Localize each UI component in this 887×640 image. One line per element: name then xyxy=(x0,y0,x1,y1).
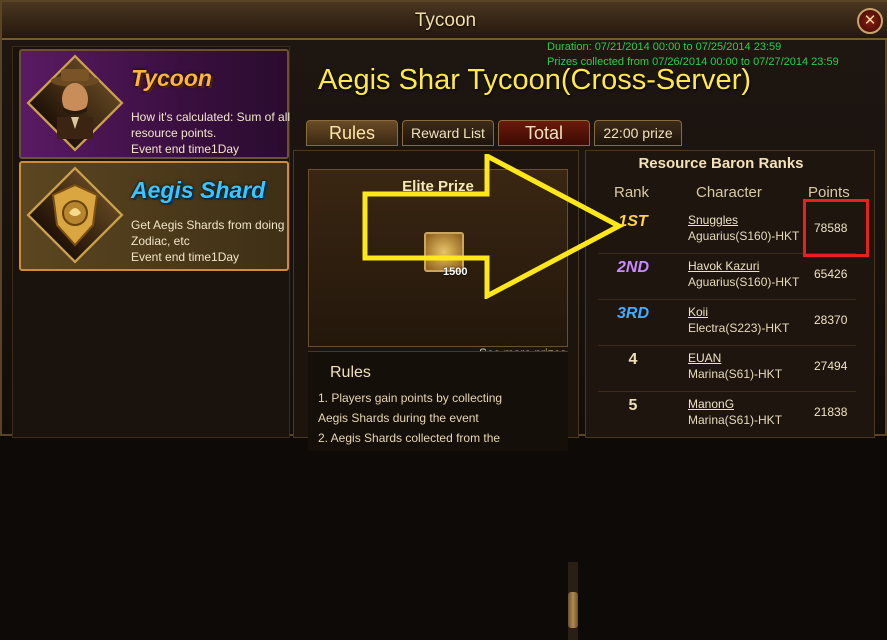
rank-badge: 5 xyxy=(628,397,638,414)
event-sidebar: Tycoon How it's calculated: Sum of all r… xyxy=(12,46,290,438)
character-name-link[interactable]: Koii xyxy=(688,305,708,319)
tab-rules[interactable]: Rules xyxy=(306,120,398,146)
rules-scrollbar[interactable] xyxy=(568,562,578,640)
tab-22-prize[interactable]: 22:00 prize xyxy=(594,120,682,146)
column-header-character: Character xyxy=(696,184,762,201)
close-button[interactable]: ✕ xyxy=(857,8,883,34)
sidebar-item-aegis-shard[interactable]: Aegis Shard Get Aegis Shards from doing … xyxy=(19,161,289,271)
rules-text: 1. Players gain points by collecting Aeg… xyxy=(318,388,518,448)
sidebar-item-title: Aegis Shard xyxy=(131,177,266,203)
table-row: 3RD Koii Electra(S223)-HKT 28370 xyxy=(598,299,874,345)
highlight-box xyxy=(803,199,869,257)
sidebar-item-description: Get Aegis Shards from doing Zodiac, etc xyxy=(131,218,285,248)
title-bar: Tycoon ✕ xyxy=(2,2,887,40)
character-name-link[interactable]: EUAN xyxy=(688,351,721,365)
table-row: 5 ManonG Marina(S61)-HKT 21838 xyxy=(598,391,874,437)
aegis-shield-icon xyxy=(51,183,99,247)
rules-line: Aegis Shards during the event xyxy=(318,411,479,425)
sidebar-item-end-time: Event end time1Day xyxy=(131,142,240,156)
character-server: Electra(S223)-HKT xyxy=(688,321,790,335)
rules-title: Rules xyxy=(330,364,371,381)
character-name-link[interactable]: Snuggles xyxy=(688,213,738,227)
rank-badge: 3RD xyxy=(616,305,649,322)
character-name-link[interactable]: ManonG xyxy=(688,397,734,411)
game-window: Tycoon ✕ Tycoon How it's calculated: Sum… xyxy=(0,0,887,640)
character-server: Marina(S61)-HKT xyxy=(688,367,783,381)
duration-text: Duration: 07/21/2014 00:00 to 07/25/2014… xyxy=(547,41,782,53)
points-value: 65426 xyxy=(814,267,848,281)
tycoon-portrait-icon xyxy=(51,69,99,139)
character-name-link[interactable]: Havok Kazuri xyxy=(688,259,759,273)
sidebar-item-desc: Get Aegis Shards from doing Zodiac, etc … xyxy=(131,217,291,265)
tab-total[interactable]: Total xyxy=(498,120,590,146)
rules-line: 2. Aegis Shards collected from the xyxy=(318,431,501,445)
character-server: Marina(S61)-HKT xyxy=(688,413,783,427)
rules-line: 1. Players gain points by collecting xyxy=(318,391,503,405)
window-title: Tycoon xyxy=(414,10,477,31)
sidebar-item-tycoon[interactable]: Tycoon How it's calculated: Sum of all r… xyxy=(19,49,291,159)
annotation-arrow-icon xyxy=(362,154,625,299)
sidebar-item-description: How it's calculated: Sum of all resource… xyxy=(131,110,291,140)
character-server: Aguarius(S160)-HKT xyxy=(688,275,800,289)
points-value: 27494 xyxy=(814,359,848,373)
table-row: 4 EUAN Marina(S61)-HKT 27494 xyxy=(598,345,874,391)
sidebar-item-title: Tycoon xyxy=(131,65,212,91)
scrollbar-thumb[interactable] xyxy=(568,592,578,628)
rules-section: Rules 1. Players gain points by collecti… xyxy=(308,351,578,640)
sidebar-item-desc: How it's calculated: Sum of all resource… xyxy=(131,109,291,157)
tab-reward-list[interactable]: Reward List xyxy=(402,120,494,146)
page-title: Aegis Shar Tycoon(Cross-Server) xyxy=(318,64,752,96)
rank-badge: 4 xyxy=(628,351,638,368)
points-value: 21838 xyxy=(814,405,848,419)
character-server: Aguarius(S160)-HKT xyxy=(688,229,800,243)
points-value: 28370 xyxy=(814,313,848,327)
sidebar-item-end-time: Event end time1Day xyxy=(131,250,240,264)
